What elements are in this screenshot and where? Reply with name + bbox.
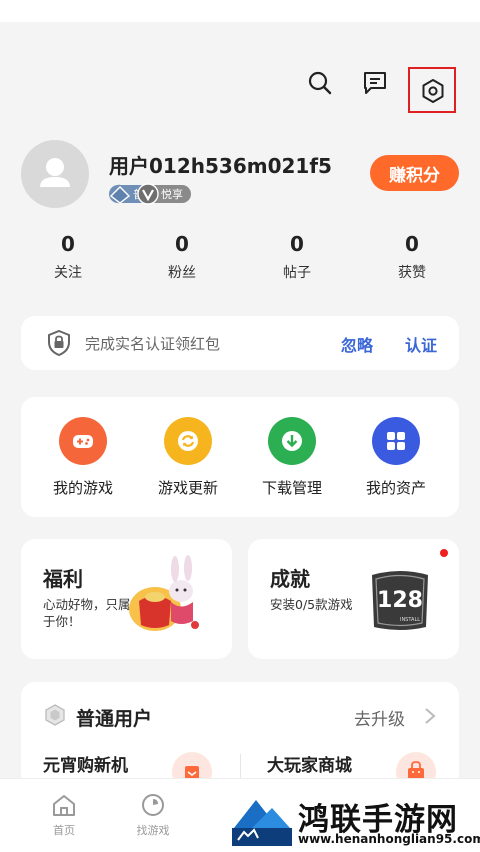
ignore-button[interactable]: 忽略 bbox=[341, 332, 373, 356]
verify-prompt: 完成实名认证领红包 bbox=[85, 335, 221, 353]
verify-button[interactable]: 认证 bbox=[405, 332, 437, 356]
search-icon bbox=[308, 71, 332, 95]
stat-following[interactable]: 0 关注 bbox=[28, 232, 108, 282]
settings-button[interactable] bbox=[408, 67, 456, 113]
site-watermark: 鸿联手游网 www.henanhonglian95.com bbox=[232, 792, 480, 852]
lock-shield-icon bbox=[48, 329, 70, 357]
default-avatar-icon bbox=[40, 158, 70, 187]
achievement-title: 成就 bbox=[270, 567, 310, 591]
status-bar-area bbox=[0, 0, 480, 22]
tab-label: 首页 bbox=[53, 824, 75, 837]
stat-value: 0 bbox=[290, 232, 304, 256]
badge-row: 普卡 悦享 bbox=[109, 183, 191, 205]
download-icon-circle bbox=[268, 417, 316, 465]
quick-action-label: 下载管理 bbox=[261, 479, 322, 497]
refresh-icon bbox=[178, 431, 198, 451]
welfare-subtitle: 心动好物，只属于你！ bbox=[43, 597, 131, 629]
my-games-icon-circle bbox=[59, 417, 107, 465]
gamepad-icon bbox=[73, 435, 93, 448]
watermark-logo bbox=[232, 800, 292, 846]
stat-label: 获赞 bbox=[398, 265, 426, 281]
upgrade-link[interactable]: 去升级 bbox=[354, 705, 405, 730]
download-icon bbox=[282, 431, 302, 451]
tab-find-game[interactable]: 找游戏 bbox=[123, 791, 183, 838]
quick-action-label: 游戏更新 bbox=[157, 479, 218, 497]
avatar[interactable] bbox=[21, 140, 89, 208]
stat-value: 0 bbox=[175, 232, 189, 256]
rabbit-gift-illustration bbox=[129, 555, 199, 631]
shop-item-title[interactable]: 大玩家商城 bbox=[267, 751, 352, 776]
search-button[interactable] bbox=[307, 70, 333, 96]
find-game-icon bbox=[142, 794, 164, 816]
grid-icon bbox=[387, 432, 405, 450]
tab-label: 找游戏 bbox=[136, 824, 170, 837]
quick-action-label: 我的游戏 bbox=[52, 479, 113, 497]
welfare-card[interactable]: 福利 心动好物，只属于你！ bbox=[21, 539, 232, 659]
stats-row: 0 关注 0 粉丝 0 帖子 0 获赞 bbox=[0, 232, 480, 288]
member-level-title: 普通用户 bbox=[76, 708, 153, 730]
achievement-card[interactable]: 成就 安装0/5款游戏 128 INSTALL bbox=[248, 539, 459, 659]
stat-posts[interactable]: 0 帖子 bbox=[257, 232, 337, 282]
vip-level-badge[interactable]: 悦享 bbox=[137, 183, 191, 205]
tab-home[interactable]: 首页 bbox=[34, 791, 94, 838]
stat-label: 关注 bbox=[54, 265, 82, 281]
quick-actions-card: 我的游戏 游戏更新 下载管理 我的资产 bbox=[21, 397, 459, 517]
username[interactable]: 用户012h536m021f5 bbox=[109, 150, 332, 179]
stat-label: 帖子 bbox=[283, 265, 311, 281]
member-shield-icon bbox=[45, 704, 65, 726]
my-assets-icon-circle bbox=[372, 417, 420, 465]
medal-number: 128 bbox=[377, 588, 423, 613]
welfare-title: 福利 bbox=[43, 567, 83, 591]
stat-value: 0 bbox=[61, 232, 75, 256]
home-icon bbox=[53, 795, 75, 816]
install-medal-illustration: 128 INSTALL bbox=[372, 571, 428, 630]
message-button[interactable] bbox=[362, 70, 388, 96]
settings-icon bbox=[422, 79, 444, 103]
game-updates-button[interactable]: 游戏更新 bbox=[143, 417, 233, 498]
vip-level-text: 悦享 bbox=[161, 188, 183, 201]
vip-badge-icon bbox=[137, 183, 159, 205]
my-games-button[interactable]: 我的游戏 bbox=[38, 417, 128, 498]
quick-action-label: 我的资产 bbox=[365, 479, 426, 497]
chevron-right-icon[interactable] bbox=[421, 706, 439, 726]
verify-banner: 完成实名认证领红包 忽略 认证 bbox=[21, 316, 459, 370]
earn-points-button[interactable]: 赚积分 bbox=[370, 155, 459, 191]
stat-label: 粉丝 bbox=[168, 265, 196, 281]
my-assets-button[interactable]: 我的资产 bbox=[351, 417, 441, 498]
stat-followers[interactable]: 0 粉丝 bbox=[142, 232, 222, 282]
stat-likes[interactable]: 0 获赞 bbox=[372, 232, 452, 282]
notification-dot bbox=[440, 549, 448, 557]
shop-item-title[interactable]: 元宵购新机 bbox=[43, 751, 128, 776]
achievement-subtitle: 安装0/5款游戏 bbox=[270, 597, 353, 612]
medal-caption: INSTALL bbox=[400, 617, 420, 623]
watermark-url: www.henanhonglian95.com bbox=[298, 832, 480, 846]
card-badge-icon bbox=[109, 186, 131, 204]
stat-value: 0 bbox=[405, 232, 419, 256]
game-updates-icon-circle bbox=[164, 417, 212, 465]
message-icon bbox=[364, 72, 386, 94]
download-manager-button[interactable]: 下载管理 bbox=[247, 417, 337, 498]
